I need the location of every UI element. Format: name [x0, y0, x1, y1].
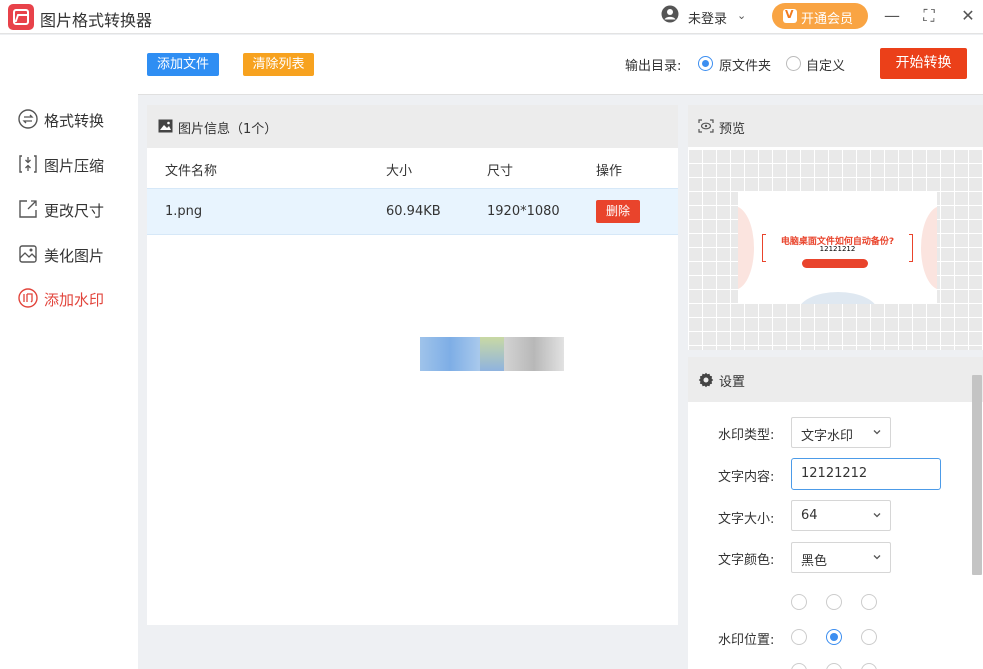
position-radio-bottom-right[interactable] — [861, 663, 877, 669]
blurred-logo — [420, 337, 480, 371]
gear-icon — [698, 372, 714, 388]
position-radio-bottom-center[interactable] — [826, 663, 842, 669]
add-file-button[interactable]: 添加文件 — [147, 53, 219, 76]
chevron-down-icon — [873, 430, 881, 435]
sidebar-item-resize[interactable]: 更改尺寸 — [17, 198, 137, 220]
user-avatar-icon[interactable] — [661, 5, 679, 23]
format-convert-icon — [18, 109, 38, 129]
column-header-dimensions: 尺寸 — [487, 164, 514, 179]
text-content-input[interactable]: 12121212 — [791, 458, 941, 490]
beautify-icon — [19, 245, 37, 263]
open-vip-button[interactable]: 开通会员 — [772, 3, 868, 29]
column-header-action: 操作 — [596, 164, 623, 179]
text-color-label: 文字颜色: — [718, 553, 775, 568]
clear-list-button[interactable]: 清除列表 — [243, 53, 314, 76]
file-list-panel: 图片信息（1个） 文件名称 大小 尺寸 操作 1.png 60.94KB 192… — [147, 105, 678, 625]
settings-header: 设置 — [688, 357, 983, 402]
file-panel-header: 图片信息（1个） — [147, 105, 678, 148]
text-content-value: 12121212 — [801, 466, 868, 481]
output-custom-label[interactable]: 自定义 — [806, 55, 845, 74]
close-button[interactable]: ✕ — [956, 4, 980, 28]
preview-header: 预览 — [688, 105, 983, 147]
preview-title: 预览 — [719, 122, 746, 137]
vip-label: 开通会员 — [801, 12, 854, 27]
text-color-value: 黑色 — [801, 554, 828, 569]
settings-scrollbar[interactable] — [972, 375, 982, 575]
file-name-cell: 1.png — [165, 204, 203, 219]
position-radio-top-right[interactable] — [861, 594, 877, 610]
decor-bottom — [798, 292, 878, 304]
blurred-logo-text — [504, 337, 564, 371]
title-bar: 图片格式转换器 未登录 ⌄ 开通会员 — ⛶ ✕ — [0, 0, 983, 34]
resize-icon — [19, 200, 37, 218]
sidebar-item-label: 格式转换 — [44, 112, 105, 130]
preview-watermark-text: 12121212 — [819, 245, 856, 253]
file-dimensions-cell: 1920*1080 — [487, 204, 560, 219]
position-radio-middle-left[interactable] — [791, 629, 807, 645]
sidebar-item-beautify[interactable]: 美化图片 — [17, 243, 137, 265]
app-logo-icon — [8, 4, 34, 30]
position-radio-top-left[interactable] — [791, 594, 807, 610]
watermark-icon — [18, 288, 38, 308]
position-radio-middle-right[interactable] — [861, 629, 877, 645]
preview-pill — [802, 259, 868, 268]
chevron-down-icon — [873, 513, 881, 518]
maximize-button[interactable]: ⛶ — [917, 4, 941, 28]
vip-icon — [783, 8, 797, 23]
delete-button[interactable]: 删除 — [596, 200, 640, 223]
table-row[interactable]: 1.png 60.94KB 1920*1080 删除 — [147, 188, 678, 235]
text-size-value: 64 — [801, 508, 818, 523]
compress-icon — [19, 155, 37, 173]
login-status-label[interactable]: 未登录 — [688, 8, 727, 27]
text-size-label: 文字大小: — [718, 512, 775, 527]
watermark-type-select[interactable]: 文字水印 — [791, 417, 891, 448]
text-color-select[interactable]: 黑色 — [791, 542, 891, 573]
text-content-label: 文字内容: — [718, 470, 775, 485]
sidebar-item-label: 更改尺寸 — [44, 202, 105, 220]
preview-canvas: 电脑桌面文件如何自动备份? 12121212 — [688, 149, 983, 350]
sidebar-item-compress[interactable]: 图片压缩 — [17, 153, 137, 175]
file-size-cell: 60.94KB — [386, 204, 441, 219]
output-original-label[interactable]: 原文件夹 — [719, 55, 771, 74]
text-size-select[interactable]: 64 — [791, 500, 891, 531]
sidebar-item-format-convert[interactable]: 格式转换 — [17, 108, 137, 130]
position-radio-top-center[interactable] — [826, 594, 842, 610]
chevron-down-icon — [873, 555, 881, 560]
column-header-size: 大小 — [386, 164, 413, 179]
sidebar-item-label: 图片压缩 — [44, 157, 105, 175]
settings-panel: 设置 水印类型: 文字水印 文字内容: 12121212 文字大小: 64 文字… — [688, 357, 983, 669]
blurred-logo-mark — [480, 337, 504, 371]
file-panel-title: 图片信息（1个） — [178, 122, 278, 137]
sidebar-item-label: 美化图片 — [44, 247, 105, 265]
sidebar: 格式转换 图片压缩 更改尺寸 美化图片 添加水印 — [0, 35, 138, 669]
start-convert-button[interactable]: 开始转换 — [880, 48, 967, 79]
watermark-position-label: 水印位置: — [718, 633, 775, 648]
preview-image: 电脑桌面文件如何自动备份? 12121212 — [738, 192, 937, 304]
chevron-down-icon[interactable]: ⌄ — [737, 9, 746, 22]
output-dir-label: 输出目录: — [625, 59, 682, 74]
app-title: 图片格式转换器 — [40, 11, 153, 30]
preview-eye-icon — [698, 119, 714, 133]
watermark-type-label: 水印类型: — [718, 428, 775, 443]
toolbar: 添加文件 清除列表 输出目录: 原文件夹 自定义 开始转换 — [138, 35, 983, 95]
sidebar-item-label: 添加水印 — [44, 291, 105, 309]
position-radio-center[interactable] — [826, 629, 842, 645]
image-icon — [158, 119, 173, 133]
output-custom-radio[interactable] — [786, 56, 801, 71]
settings-title: 设置 — [719, 375, 746, 390]
output-original-radio[interactable] — [698, 56, 713, 71]
column-header-name: 文件名称 — [165, 164, 218, 179]
position-radio-bottom-left[interactable] — [791, 663, 807, 669]
watermark-type-value: 文字水印 — [801, 429, 854, 444]
preview-panel: 预览 电脑桌面文件如何自动备份? 12121212 — [688, 105, 983, 350]
sidebar-item-watermark[interactable]: 添加水印 — [17, 287, 137, 309]
minimize-button[interactable]: — — [880, 4, 904, 28]
